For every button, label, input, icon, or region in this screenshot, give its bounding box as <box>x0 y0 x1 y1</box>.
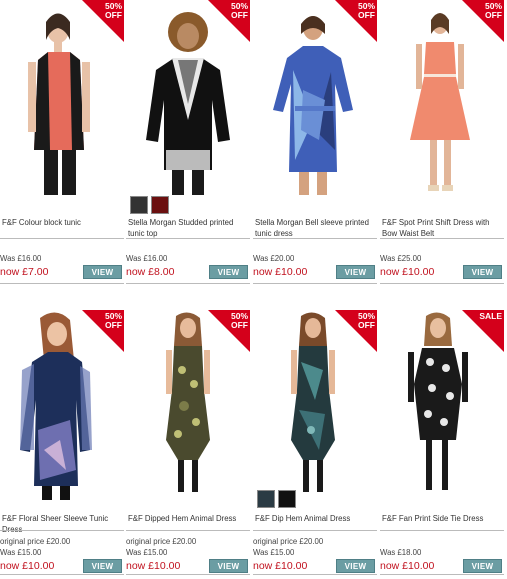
badge-label: 50% OFF <box>357 311 375 330</box>
view-button[interactable]: VIEW <box>336 559 375 573</box>
divider <box>126 283 250 284</box>
divider <box>380 283 504 284</box>
product-card[interactable]: 50% OFF F&F Dipped Hem Animal Dress orig… <box>126 310 250 579</box>
divider <box>0 530 124 531</box>
divider <box>126 574 250 575</box>
divider <box>253 238 377 239</box>
swatch-black[interactable] <box>130 196 148 214</box>
view-button[interactable]: VIEW <box>463 265 502 279</box>
product-name[interactable]: F&F Fan Print Side Tie Dress <box>382 513 502 524</box>
divider <box>126 238 250 239</box>
was-price: Was £16.00 <box>126 254 168 263</box>
now-price: now £8.00 <box>126 266 175 278</box>
divider <box>253 283 377 284</box>
divider <box>380 574 504 575</box>
was-price: Was £20.00 <box>253 254 295 263</box>
product-card[interactable]: SALE F&F Fan Print Side Tie Dress Was £1… <box>380 310 504 579</box>
product-card[interactable]: 50% OFF F&F Floral Sheer Sleeve Tunic Dr… <box>0 310 124 579</box>
product-card[interactable]: 50% OFF Stella Morgan Studded printed tu… <box>126 0 250 290</box>
color-swatches <box>130 196 169 214</box>
badge-label: 50% OFF <box>484 1 502 20</box>
product-name[interactable]: F&F Spot Print Shift Dress with Bow Wais… <box>382 217 502 239</box>
product-name[interactable]: F&F Floral Sheer Sleeve Tunic Dress <box>2 513 122 535</box>
now-price: now £7.00 <box>0 266 49 278</box>
now-price: now £10.00 <box>380 560 435 572</box>
badge-label: 50% OFF <box>357 1 375 20</box>
view-button[interactable]: VIEW <box>209 559 248 573</box>
divider <box>380 238 504 239</box>
now-price: now £10.00 <box>0 560 55 572</box>
badge-label: 50% OFF <box>104 1 122 20</box>
now-price: now £10.00 <box>380 266 435 278</box>
was-price: Was £25.00 <box>380 254 422 263</box>
original-price: original price £20.00 <box>0 537 71 546</box>
badge-label: 50% OFF <box>230 1 248 20</box>
now-price: now £10.00 <box>253 560 308 572</box>
divider <box>0 238 124 239</box>
product-name[interactable]: Stella Morgan Studded printed tunic top <box>128 217 248 239</box>
divider <box>253 530 377 531</box>
divider <box>126 530 250 531</box>
product-card[interactable]: 50% OFF F&F Spot Print Shift Dress with … <box>380 0 504 290</box>
view-button[interactable]: VIEW <box>209 265 248 279</box>
swatch-black[interactable] <box>278 490 296 508</box>
original-price: original price £20.00 <box>126 537 197 546</box>
now-price: now £10.00 <box>253 266 308 278</box>
badge-label: 50% OFF <box>104 311 122 330</box>
product-card[interactable]: 50% OFF F&F Colour block tunic Was £16.0… <box>0 0 124 290</box>
badge-label: 50% OFF <box>230 311 248 330</box>
now-price: now £10.00 <box>126 560 181 572</box>
view-button[interactable]: VIEW <box>463 559 502 573</box>
product-card[interactable]: 50% OFF F&F Dip Hem Animal Dress origina… <box>253 310 377 579</box>
was-price: Was £18.00 <box>380 548 422 557</box>
view-button[interactable]: VIEW <box>83 559 122 573</box>
divider <box>0 283 124 284</box>
was-price: Was £15.00 <box>126 548 168 557</box>
product-name[interactable]: F&F Colour block tunic <box>2 217 122 228</box>
badge-label: SALE <box>479 311 502 321</box>
original-price: original price £20.00 <box>253 537 324 546</box>
view-button[interactable]: VIEW <box>336 265 375 279</box>
was-price: Was £16.00 <box>0 254 42 263</box>
divider <box>253 574 377 575</box>
swatch-teal[interactable] <box>257 490 275 508</box>
product-card[interactable]: 50% OFF Stella Morgan Bell sleeve printe… <box>253 0 377 290</box>
product-name[interactable]: Stella Morgan Bell sleeve printed tunic … <box>255 217 375 239</box>
product-name[interactable]: F&F Dipped Hem Animal Dress <box>128 513 248 524</box>
color-swatches <box>257 490 296 508</box>
divider <box>380 530 504 531</box>
was-price: Was £15.00 <box>0 548 42 557</box>
was-price: Was £15.00 <box>253 548 295 557</box>
swatch-red[interactable] <box>151 196 169 214</box>
divider <box>0 574 124 575</box>
product-name[interactable]: F&F Dip Hem Animal Dress <box>255 513 375 524</box>
view-button[interactable]: VIEW <box>83 265 122 279</box>
